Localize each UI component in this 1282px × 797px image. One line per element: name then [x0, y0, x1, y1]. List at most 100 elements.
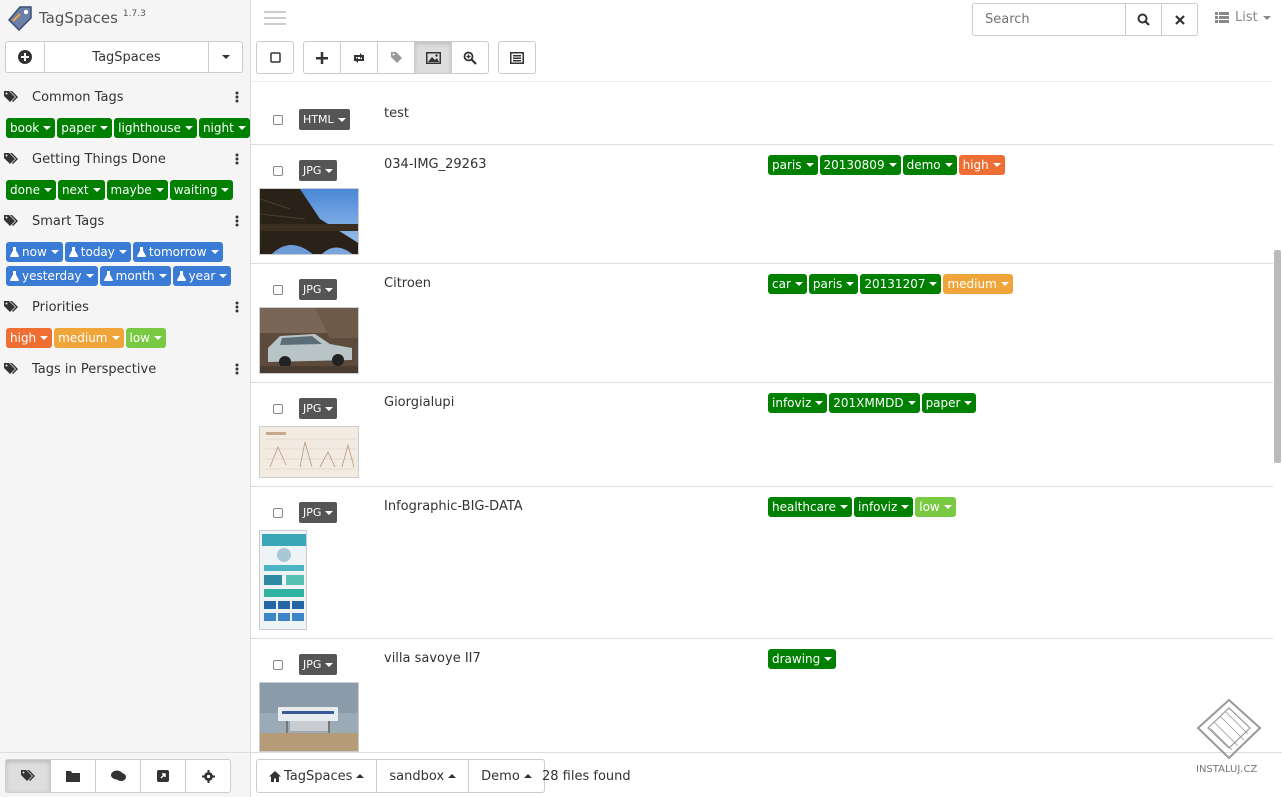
tag-group-header[interactable]: Getting Things Done	[0, 148, 243, 170]
ellipsis-vertical-icon[interactable]	[235, 215, 239, 227]
current-location-button[interactable]: TagSpaces	[45, 42, 209, 72]
tag-group-header[interactable]: Tags in Perspective	[0, 358, 243, 380]
file-name[interactable]: villa savoye II7	[384, 651, 481, 666]
ellipsis-vertical-icon[interactable]	[235, 153, 239, 165]
tag-button[interactable]: maybe	[106, 180, 168, 200]
tag-button[interactable]: high	[6, 328, 53, 348]
folders-panel-button[interactable]	[50, 759, 96, 793]
hamburger-menu-icon[interactable]	[264, 10, 286, 26]
tag-button[interactable]: yesterday	[6, 266, 98, 286]
chevron-down-icon	[221, 55, 230, 59]
file-checkbox[interactable]	[273, 115, 283, 125]
file-extension-badge[interactable]: JPG	[299, 279, 338, 300]
file-tag[interactable]: paper	[921, 393, 977, 413]
tags-panel-button[interactable]	[5, 759, 51, 793]
search-button[interactable]	[1125, 3, 1162, 36]
view-selector[interactable]: List	[1215, 10, 1271, 25]
file-extension-badge[interactable]: HTML	[299, 109, 350, 130]
file-tag[interactable]: paris	[768, 155, 818, 175]
external-link-button[interactable]	[140, 759, 186, 793]
create-file-button[interactable]	[303, 41, 341, 74]
table-row[interactable]: HTML test	[251, 82, 1273, 145]
file-thumbnail[interactable]	[259, 682, 359, 752]
file-tag[interactable]: drawing	[768, 649, 837, 669]
perspective-settings-button[interactable]	[498, 41, 536, 74]
reload-button[interactable]	[340, 41, 378, 74]
file-name[interactable]: Giorgialupi	[384, 395, 454, 410]
tag-button[interactable]: now	[6, 242, 63, 262]
tags-icon	[4, 153, 18, 164]
file-thumbnail[interactable]	[259, 188, 359, 255]
zoom-button[interactable]	[451, 41, 489, 74]
tag-button[interactable]: waiting	[169, 180, 234, 200]
table-row[interactable]: JPG Giorgialupi infoviz 201XMMDD paper	[251, 383, 1273, 487]
location-dropdown-button[interactable]	[209, 42, 242, 72]
table-row[interactable]: JPG Infographic-BIG-DATA healthcare info…	[251, 487, 1273, 639]
file-tag[interactable]: high	[958, 155, 1005, 175]
file-tag[interactable]: low	[915, 497, 956, 517]
chevron-down-icon	[219, 274, 228, 278]
tag-button[interactable]: year	[172, 266, 232, 286]
scrollbar[interactable]	[1274, 250, 1281, 463]
tag-group-header[interactable]: Smart Tags	[0, 210, 243, 232]
file-thumbnail[interactable]	[259, 307, 359, 374]
tag-button[interactable]: night	[198, 118, 250, 138]
table-row[interactable]: JPG villa savoye II7 drawing	[251, 639, 1273, 752]
settings-button[interactable]	[185, 759, 231, 793]
table-row[interactable]: JPG Citroen car paris 20131207 medium	[251, 264, 1273, 383]
file-tag[interactable]: paris	[808, 274, 859, 294]
file-checkbox[interactable]	[273, 660, 283, 670]
add-location-button[interactable]	[6, 42, 45, 72]
file-extension-badge[interactable]: JPG	[299, 654, 338, 675]
tag-group-header[interactable]: Common Tags	[0, 86, 243, 108]
breadcrumb-item[interactable]: Demo	[468, 759, 545, 793]
clear-search-button[interactable]	[1161, 3, 1198, 36]
tag-button[interactable]: book	[6, 118, 56, 138]
file-tag[interactable]: 201XMMDD	[829, 393, 920, 413]
tag-list: yesterday month year	[6, 266, 232, 286]
tag-files-button[interactable]	[377, 41, 415, 74]
breadcrumb-item[interactable]: TagSpaces	[256, 759, 378, 793]
file-checkbox[interactable]	[273, 166, 283, 176]
file-name[interactable]: test	[384, 106, 409, 121]
file-extension-badge[interactable]: JPG	[299, 160, 338, 181]
ellipsis-vertical-icon[interactable]	[235, 363, 239, 375]
file-extension-badge[interactable]: JPG	[299, 398, 338, 419]
tag-group-header[interactable]: Priorities	[0, 296, 243, 318]
tag-button[interactable]: low	[125, 328, 166, 348]
toggle-thumbnails-button[interactable]	[414, 41, 452, 74]
tag-button[interactable]: lighthouse	[114, 118, 197, 138]
tag-button[interactable]: paper	[57, 118, 113, 138]
file-checkbox[interactable]	[273, 285, 283, 295]
search-input[interactable]	[972, 3, 1126, 36]
tag-button[interactable]: medium	[54, 328, 124, 348]
tag-button[interactable]: done	[6, 180, 56, 200]
tag-button[interactable]: tomorrow	[132, 242, 223, 262]
select-all-button[interactable]	[256, 41, 294, 74]
file-tag[interactable]: 20131207	[860, 274, 942, 294]
file-name[interactable]: Infographic-BIG-DATA	[384, 499, 523, 514]
file-name[interactable]: 034-IMG_29263	[384, 157, 486, 172]
brand[interactable]: TagSpaces 1.7.3	[8, 3, 146, 33]
breadcrumb-item[interactable]: sandbox	[376, 759, 470, 793]
file-tag[interactable]: infoviz	[854, 497, 914, 517]
file-checkbox[interactable]	[273, 508, 283, 518]
file-tag[interactable]: infoviz	[768, 393, 828, 413]
chat-panel-button[interactable]	[95, 759, 141, 793]
tag-button[interactable]: today	[64, 242, 131, 262]
file-tag[interactable]: healthcare	[768, 497, 852, 517]
file-thumbnail[interactable]	[259, 426, 359, 478]
file-extension-badge[interactable]: JPG	[299, 502, 338, 523]
file-tag[interactable]: demo	[902, 155, 957, 175]
file-checkbox[interactable]	[273, 404, 283, 414]
tag-button[interactable]: month	[99, 266, 171, 286]
file-name[interactable]: Citroen	[384, 276, 431, 291]
table-row[interactable]: JPG 034-IMG_29263 paris 20130809 demo hi…	[251, 145, 1273, 264]
file-tag[interactable]: 20130809	[819, 155, 901, 175]
tag-button[interactable]: next	[57, 180, 105, 200]
file-tag[interactable]: car	[768, 274, 807, 294]
file-tag[interactable]: medium	[943, 274, 1013, 294]
ellipsis-vertical-icon[interactable]	[235, 91, 239, 103]
file-thumbnail[interactable]	[259, 530, 307, 630]
ellipsis-vertical-icon[interactable]	[235, 301, 239, 313]
